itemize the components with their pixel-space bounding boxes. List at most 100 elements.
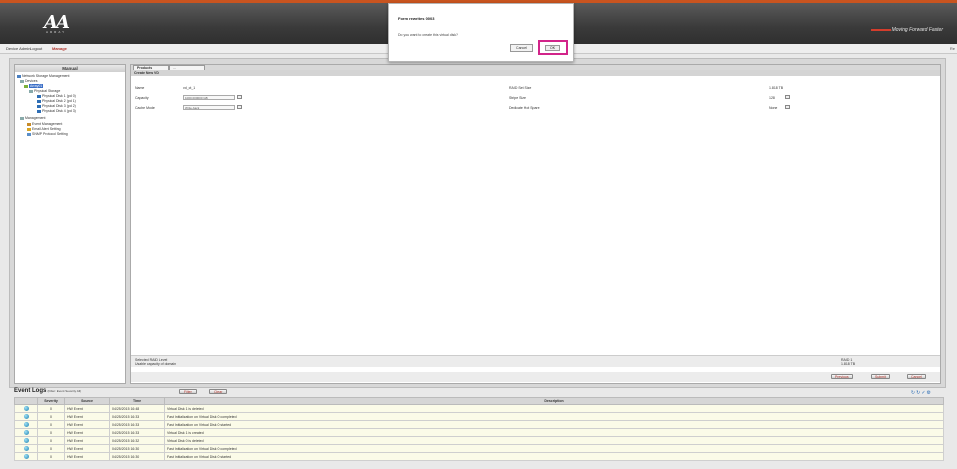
tree-item-network-storage[interactable]: Network Storage Management <box>17 74 69 78</box>
nav-title: Manual <box>15 65 125 72</box>
info-icon <box>23 414 29 419</box>
severity-cell <box>14 404 38 413</box>
info-icon <box>23 406 29 411</box>
description-cell: Virtual Disk 0 is deleted <box>164 436 944 445</box>
table-row[interactable]: 0 HW Event 04/25/2015 16:33 Fast Initial… <box>14 412 944 421</box>
capacity-input[interactable]: 1000.000000 GB <box>183 95 235 100</box>
raid-size-label: RAID Set Size <box>509 86 532 90</box>
table-row[interactable]: 0 HW Event 04/25/2015 16:30 Fast Initial… <box>14 444 944 453</box>
hot-spare-dropdown[interactable] <box>785 105 790 109</box>
network-icon <box>17 74 21 78</box>
time-cell: 04/25/2015 16:32 <box>109 436 165 445</box>
event-log-title: Event Logs <box>14 388 47 394</box>
tree-item-disk[interactable]: Physical Disk 1 (pd 0) <box>37 94 76 98</box>
severity-cell <box>14 428 38 437</box>
column-header-time[interactable]: Time <box>109 397 165 405</box>
description-cell: Fast Initialization on Virtual Disk 0 st… <box>164 420 944 429</box>
tree-item-management[interactable]: Management <box>20 116 45 120</box>
menu-logout[interactable]: Logout <box>30 46 42 51</box>
table-row[interactable]: 0 HW Event 04/25/2015 16:32 Virtual Disk… <box>14 436 944 445</box>
submit-button[interactable]: Submit <box>871 374 890 379</box>
menu-manage[interactable]: Manage <box>52 46 67 51</box>
raid-size-value: 1.818 TB <box>769 86 784 90</box>
stripe-size-dropdown[interactable] <box>785 95 790 99</box>
time-cell: 04/25/2015 16:30 <box>109 452 165 461</box>
disk-icon <box>37 104 41 108</box>
table-row[interactable]: 0 HW Event 04/25/2015 16:48 Virtual Disk… <box>14 404 944 413</box>
table-row[interactable]: 0 HW Event 04/25/2015 16:33 Virtual Disk… <box>14 428 944 437</box>
cancel-button[interactable]: Cancel <box>907 374 926 379</box>
tree-item-physical-storage[interactable]: Physical Storage <box>29 89 60 93</box>
stripe-size-value[interactable]: 128 <box>769 96 775 100</box>
network-icon <box>27 132 31 136</box>
description-cell: Virtual Disk 1 is created <box>164 428 944 437</box>
company-logo: AA ARRAY <box>44 12 84 34</box>
folder-icon <box>20 116 24 120</box>
name-label: Name <box>135 86 145 90</box>
tree-item-devices[interactable]: Devices <box>20 79 37 83</box>
dialog-title: Form rewrites 0003 <box>398 16 435 21</box>
event-toolbar: ↻↻✓⚙ <box>911 390 932 396</box>
code-cell: 0 <box>37 420 65 429</box>
time-cell: 04/25/2015 16:33 <box>109 428 165 437</box>
source-cell: HW Event <box>64 436 110 445</box>
dialog-ok-button[interactable]: OK <box>545 45 560 51</box>
action-bar: Previous Submit Cancel <box>131 372 940 382</box>
cache-mode-dropdown[interactable] <box>237 105 242 109</box>
name-value[interactable]: vd_ct_1 <box>183 86 195 90</box>
column-header-source[interactable]: Source <box>64 397 110 405</box>
dialog-ok-highlight: OK <box>538 40 568 55</box>
usable-capacity-value: 1.818 TB <box>841 362 856 366</box>
severity-cell <box>14 444 38 453</box>
code-cell: 0 <box>37 444 65 453</box>
tree-item-array01[interactable]: Array01 <box>24 84 44 88</box>
description-cell: Fast Initialization on Virtual Disk 0 co… <box>164 444 944 453</box>
device-icon <box>24 84 28 88</box>
tree-item-snmp[interactable]: SNMP Protocol Setting <box>27 132 68 136</box>
tree-item-disk[interactable]: Physical Disk 3 (pd 2) <box>37 104 76 108</box>
info-icon <box>23 446 29 451</box>
info-icon <box>23 454 29 459</box>
severity-cell <box>14 436 38 445</box>
capacity-unit-dropdown[interactable] <box>237 95 242 99</box>
menu-device-admin[interactable]: Device Admin <box>6 46 30 51</box>
folder-icon <box>29 89 33 93</box>
tree-item-event-management[interactable]: Event Management <box>27 122 62 126</box>
filter-button[interactable]: Filter <box>179 389 197 394</box>
event-log-filter-text: (Filter: Event Severity All) <box>47 389 82 393</box>
table-row[interactable]: 0 HW Event 04/25/2015 16:30 Fast Initial… <box>14 452 944 461</box>
code-cell: 0 <box>37 428 65 437</box>
confirm-dialog: Form rewrites 0003 Do you want to create… <box>388 3 574 62</box>
code-cell: 0 <box>37 452 65 461</box>
table-row[interactable]: 0 HW Event 04/25/2015 16:33 Fast Initial… <box>14 420 944 429</box>
time-cell: 04/25/2015 16:48 <box>109 404 165 413</box>
column-header-severity[interactable]: Severity <box>37 397 65 405</box>
usable-capacity-label: Usable capacity of domain <box>135 362 177 366</box>
info-icon <box>23 430 29 435</box>
tree-item-email-alert[interactable]: Email Alert Setting <box>27 127 61 131</box>
source-cell: HW Event <box>64 420 110 429</box>
code-cell: 0 <box>37 404 65 413</box>
disk-icon <box>37 94 41 98</box>
previous-button[interactable]: Previous <box>831 374 853 379</box>
settings-icon[interactable]: ⚙ <box>927 390 932 396</box>
column-header-description[interactable]: Description <box>164 397 944 405</box>
menu-extra[interactable]: Re <box>950 46 955 51</box>
stripe-size-label: Stripe Size <box>509 96 526 100</box>
mail-icon <box>27 127 31 131</box>
severity-cell <box>14 412 38 421</box>
tree-item-disk[interactable]: Physical Disk 2 (pd 1) <box>37 99 76 103</box>
description-cell: Fast Initialization on Virtual Disk 0 co… <box>164 412 944 421</box>
brand-tagline: Moving Forward Faster <box>891 27 943 33</box>
dialog-message: Do you want to create this virtual disk? <box>398 33 458 37</box>
cache-mode-select[interactable]: Write-back <box>183 105 235 110</box>
tree-item-disk[interactable]: Physical Disk 4 (pd 3) <box>37 109 76 113</box>
disk-icon <box>37 109 41 113</box>
time-cell: 04/25/2015 16:33 <box>109 412 165 421</box>
clear-button[interactable]: Clear <box>209 389 228 394</box>
hot-spare-value[interactable]: None <box>769 106 777 110</box>
brand-accent-bar <box>871 29 891 31</box>
time-cell: 04/25/2015 16:30 <box>109 444 165 453</box>
dialog-cancel-button[interactable]: Cancel <box>510 44 533 52</box>
source-cell: HW Event <box>64 404 110 413</box>
